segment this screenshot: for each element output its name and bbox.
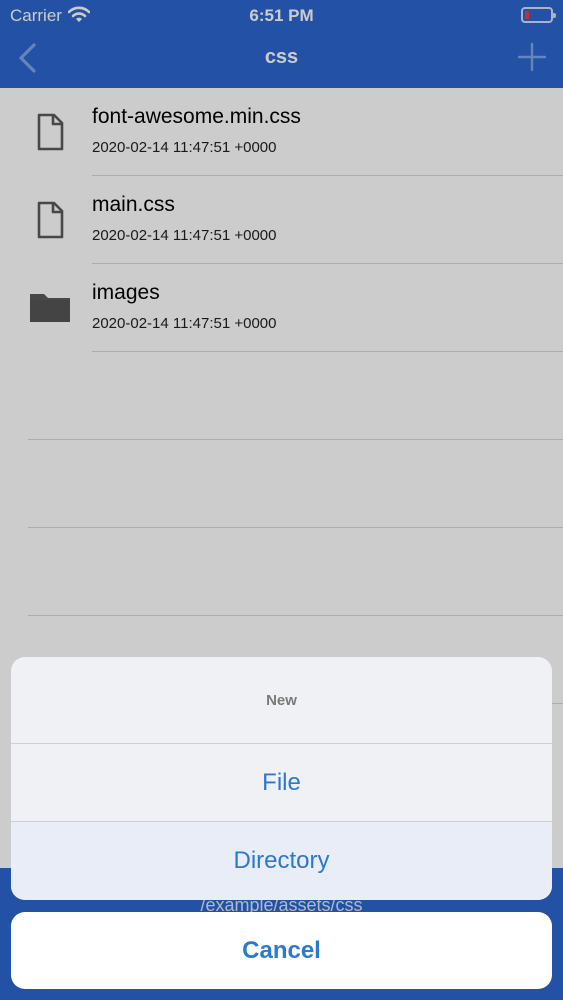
new-directory-button[interactable]: Directory — [11, 822, 552, 900]
cancel-button[interactable]: Cancel — [11, 912, 552, 989]
action-sheet-title-label: New — [266, 692, 297, 709]
new-file-button[interactable]: File — [11, 744, 552, 822]
action-sheet-title: New — [11, 657, 552, 744]
action-sheet: New File Directory — [11, 657, 552, 900]
